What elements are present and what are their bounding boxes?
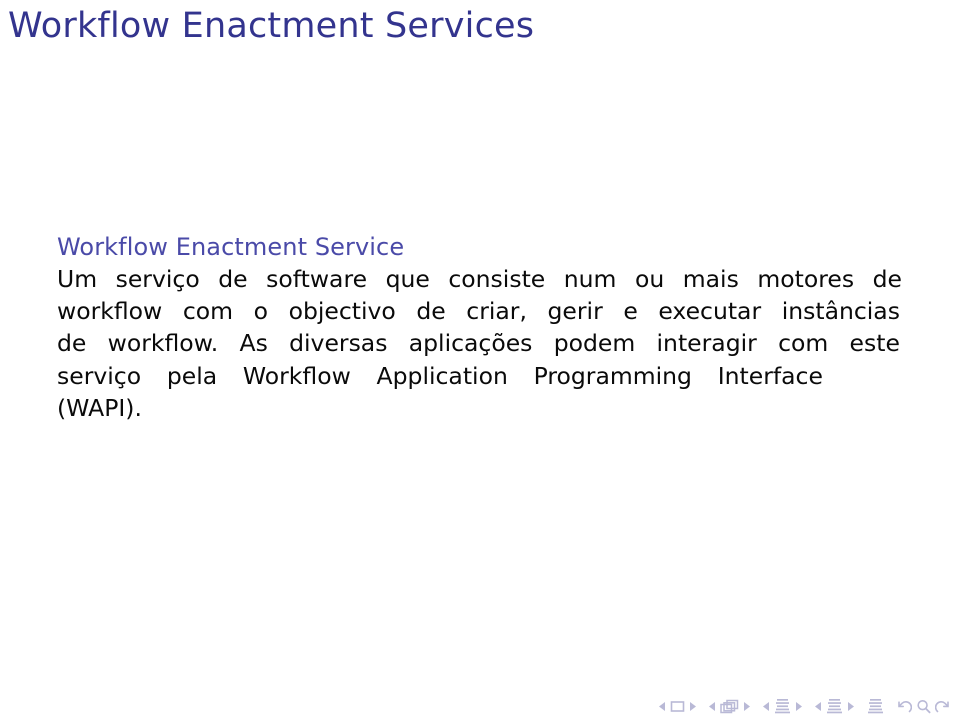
nav-group-section[interactable] (815, 698, 854, 714)
word: podem (553, 329, 636, 358)
word: software (266, 265, 368, 293)
block-title: Workflow Enactment Service (57, 233, 405, 261)
word: Programming (533, 361, 692, 390)
nav-group-subsection[interactable] (763, 698, 802, 714)
word: de (872, 265, 902, 293)
word: com (182, 297, 234, 326)
nav-group-presentation[interactable] (867, 698, 884, 714)
word: Workflow (242, 361, 351, 390)
lines-section-icon[interactable] (826, 698, 843, 714)
word: Um (57, 265, 98, 293)
word: workflow. (107, 329, 219, 358)
word: num (563, 265, 617, 293)
triangle-right-icon[interactable] (689, 701, 696, 711)
word: interagir (656, 329, 757, 358)
triangle-right-icon[interactable] (847, 701, 854, 711)
triangle-right-icon[interactable] (795, 701, 802, 711)
word: pela (166, 361, 218, 390)
nav-group-history[interactable] (897, 699, 950, 714)
word: serviço (115, 265, 200, 293)
word: (WAPI). (57, 393, 142, 422)
word: gerir (547, 297, 603, 326)
word: serviço (57, 361, 142, 390)
word: e (623, 297, 638, 326)
word: que (385, 265, 430, 293)
word: workflow (57, 297, 163, 326)
word: As (239, 329, 268, 358)
beamer-navigation-bar[interactable] (659, 698, 950, 714)
word: criar, (466, 297, 527, 326)
word: de (416, 297, 446, 326)
word: motores (757, 265, 855, 293)
presentation-slide: Workflow Enactment Services Workflow Ena… (0, 0, 960, 718)
word: com (778, 329, 829, 358)
body-line-2: workflow com o objectivo de criar, gerir… (57, 295, 900, 327)
word: de (57, 329, 87, 358)
lines-presentation-icon[interactable] (867, 698, 884, 714)
triangle-left-icon[interactable] (763, 701, 770, 711)
word: aplicações (408, 329, 533, 358)
triangle-left-icon[interactable] (815, 701, 822, 711)
single-slide-icon[interactable] (670, 700, 685, 713)
word: de (218, 265, 248, 293)
body-line-3: de workflow. As diversas aplicações pode… (57, 327, 900, 359)
body-line-5: (WAPI). (57, 392, 903, 424)
word: instâncias (781, 297, 900, 326)
word: Application (376, 361, 508, 390)
definition-block: Workflow Enactment Service Um serviço de… (57, 232, 903, 424)
word: Interface (717, 361, 823, 390)
word: diversas (289, 329, 388, 358)
page-title: Workflow Enactment Services (8, 6, 535, 46)
back-arrow-icon[interactable] (897, 699, 912, 714)
stacked-frames-icon[interactable] (720, 699, 739, 714)
word: ou (634, 265, 665, 293)
lines-subsection-icon[interactable] (774, 698, 791, 714)
word: objectivo (288, 297, 396, 326)
triangle-left-icon[interactable] (709, 701, 716, 711)
block-body: Um serviço de software que consiste num … (57, 263, 903, 424)
word: executar (658, 297, 762, 326)
forward-arrow-icon[interactable] (935, 699, 950, 714)
word: este (849, 329, 900, 358)
nav-group-slide[interactable] (659, 700, 696, 713)
magnifier-icon[interactable] (916, 699, 931, 714)
triangle-right-icon[interactable] (743, 701, 750, 711)
word: consiste (448, 265, 546, 293)
nav-group-frame[interactable] (709, 699, 750, 714)
triangle-left-icon[interactable] (659, 701, 666, 711)
word: mais (682, 265, 739, 293)
body-line-1: Um serviço de software que consiste num … (57, 263, 902, 295)
body-line-4: serviço pela Workflow Application Progra… (57, 360, 823, 392)
word: o (253, 297, 268, 326)
